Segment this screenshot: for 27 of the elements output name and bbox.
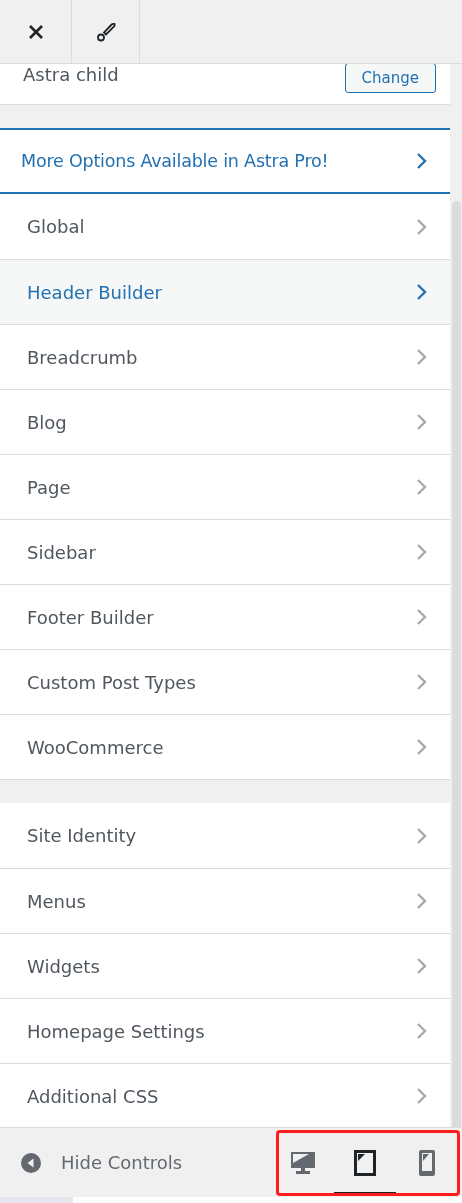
chevron-icon <box>416 152 428 170</box>
upgrade-link[interactable]: More Options Available in Astra Pro! <box>0 128 450 194</box>
close-icon <box>27 23 44 40</box>
chevron-icon <box>416 413 428 431</box>
chevron-icon <box>416 348 428 366</box>
chevron-icon <box>416 957 428 975</box>
chevron-icon <box>416 543 428 561</box>
chevron-icon <box>416 608 428 626</box>
chevron-icon <box>416 1087 428 1105</box>
collapse-icon <box>20 1151 42 1174</box>
phone-icon <box>419 1149 435 1176</box>
tablet-icon <box>354 1149 376 1176</box>
chevron-icon <box>416 826 428 845</box>
chevron-icon <box>416 217 428 236</box>
desktop-icon <box>290 1150 316 1175</box>
chevron-icon <box>416 1022 428 1040</box>
chevron-icon <box>416 892 428 910</box>
hide-controls-button[interactable]: Hide Controls <box>20 1151 183 1174</box>
chevron-icon <box>416 673 428 691</box>
scrollbar[interactable] <box>450 64 462 1127</box>
chevron-icon <box>416 283 428 301</box>
chevron-icon <box>416 478 428 496</box>
change-button[interactable]: Change <box>344 64 436 93</box>
chevron-icon <box>416 738 428 756</box>
menu-item[interactable]: Header Builder <box>0 259 450 324</box>
brush-icon <box>94 20 117 43</box>
theme-name: Astra child <box>23 64 119 85</box>
